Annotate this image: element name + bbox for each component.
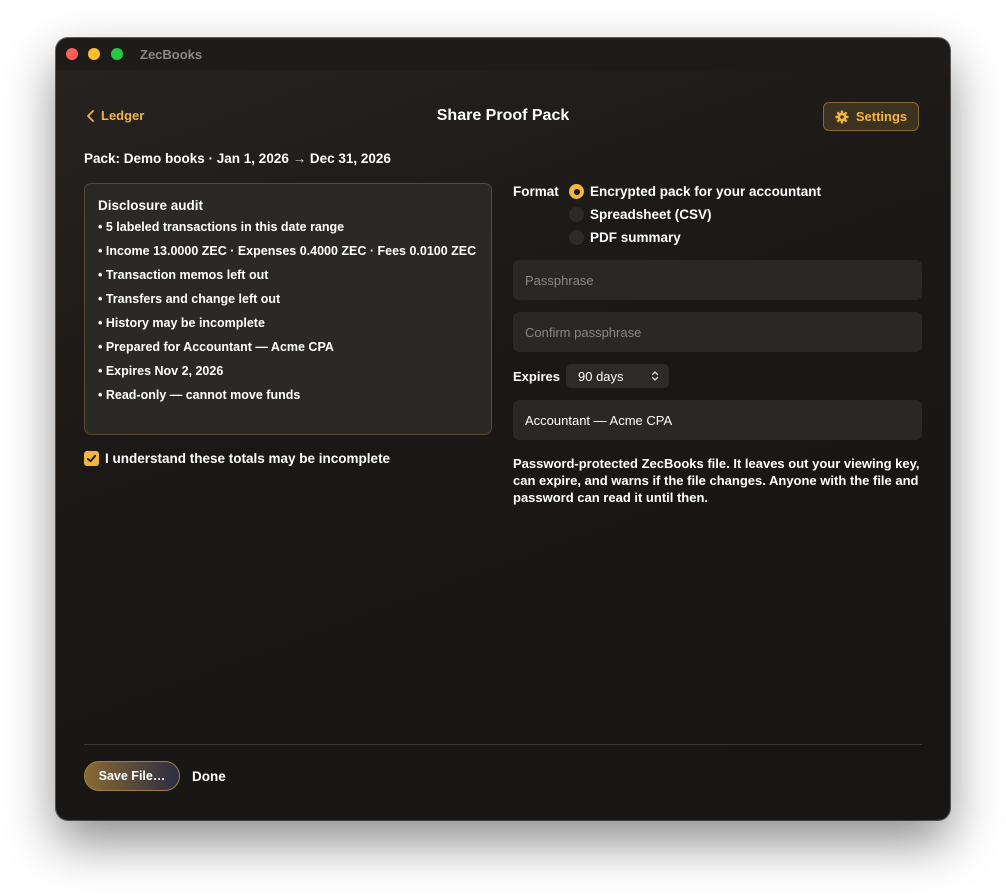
- format-option-label: PDF summary: [590, 230, 681, 245]
- audit-item: • 5 labeled transactions in this date ra…: [98, 220, 345, 234]
- format-label: Format: [513, 184, 559, 199]
- audit-item: • Read-only — cannot move funds: [98, 388, 301, 402]
- passphrase-input[interactable]: [513, 260, 922, 300]
- done-button[interactable]: Done: [192, 769, 226, 784]
- checkmark-icon: [86, 454, 97, 463]
- gear-icon: [835, 109, 849, 124]
- format-option-encrypted[interactable]: Encrypted pack for your accountant: [569, 184, 821, 199]
- audit-item: • Prepared for Accountant — Acme CPA: [98, 340, 334, 354]
- audit-title: Disclosure audit: [98, 198, 204, 213]
- recipient-field[interactable]: Accountant — Acme CPA: [513, 400, 922, 440]
- confirm-passphrase-input[interactable]: [513, 312, 922, 352]
- expires-value: 90 days: [578, 368, 624, 384]
- audit-item: • History may be incomplete: [98, 316, 265, 330]
- footer-divider: [84, 744, 922, 745]
- acknowledge-checkbox[interactable]: [84, 451, 99, 466]
- radio-button-selected[interactable]: [569, 184, 584, 199]
- page-title: Share Proof Pack: [436, 107, 570, 124]
- radio-button[interactable]: [569, 207, 584, 222]
- maximize-window-button[interactable]: [111, 48, 123, 60]
- acknowledge-label: I understand these totals may be incompl…: [105, 451, 391, 466]
- app-title: ZecBooks: [140, 47, 203, 62]
- expires-select[interactable]: 90 days: [566, 364, 669, 388]
- format-option-label: Spreadsheet (CSV): [590, 207, 712, 222]
- title-bar: ZecBooks: [56, 38, 950, 70]
- audit-item: • Income 13.0000 ZEC · Expenses 0.4000 Z…: [98, 244, 477, 258]
- audit-item: • Transfers and change left out: [98, 292, 281, 306]
- settings-label: Settings: [855, 109, 908, 124]
- expires-label: Expires: [513, 369, 560, 384]
- recipient-value: Accountant — Acme CPA: [525, 412, 673, 428]
- chevron-up-down-icon: [651, 371, 659, 381]
- acknowledge-row[interactable]: I understand these totals may be incompl…: [84, 451, 390, 466]
- settings-button[interactable]: Settings: [823, 102, 919, 131]
- format-description: Password-protected ZecBooks file. It lea…: [513, 456, 920, 505]
- pack-summary: Pack: Demo books · Jan 1, 2026 → Dec 31,…: [84, 151, 391, 166]
- audit-item: • Transaction memos left out: [98, 268, 269, 282]
- format-option-label: Encrypted pack for your accountant: [590, 184, 822, 199]
- close-window-button[interactable]: [66, 48, 78, 60]
- app-window: ZecBooks Ledger Share Proof Pack Setting…: [56, 38, 950, 820]
- format-option-csv[interactable]: Spreadsheet (CSV): [569, 207, 712, 222]
- radio-button[interactable]: [569, 230, 584, 245]
- format-option-pdf[interactable]: PDF summary: [569, 230, 681, 245]
- audit-item: • Expires Nov 2, 2026: [98, 364, 224, 378]
- minimize-window-button[interactable]: [88, 48, 100, 60]
- save-file-button[interactable]: Save File…: [84, 761, 180, 791]
- disclosure-audit-panel: Disclosure audit • 5 labeled transaction…: [84, 183, 492, 435]
